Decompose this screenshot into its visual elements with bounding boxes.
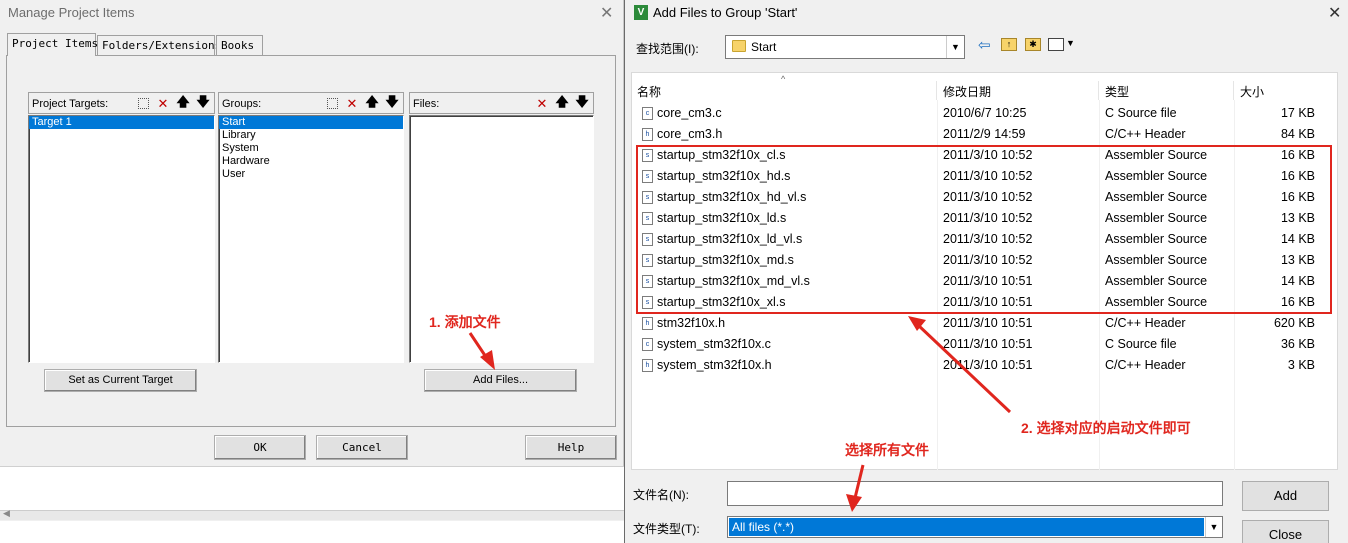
annotation-select-all: 选择所有文件 bbox=[845, 442, 929, 458]
arrow-all-files bbox=[853, 464, 865, 499]
tab-project-items[interactable]: Project Items bbox=[7, 33, 98, 56]
annotation-step1: 1. 添加文件 bbox=[429, 314, 501, 330]
annotation-arrows bbox=[468, 316, 1012, 512]
arrow-head bbox=[846, 494, 862, 512]
annotation-step2: 2. 选择对应的启动文件即可 bbox=[1021, 420, 1191, 436]
arrow-startup-files bbox=[916, 323, 1012, 414]
